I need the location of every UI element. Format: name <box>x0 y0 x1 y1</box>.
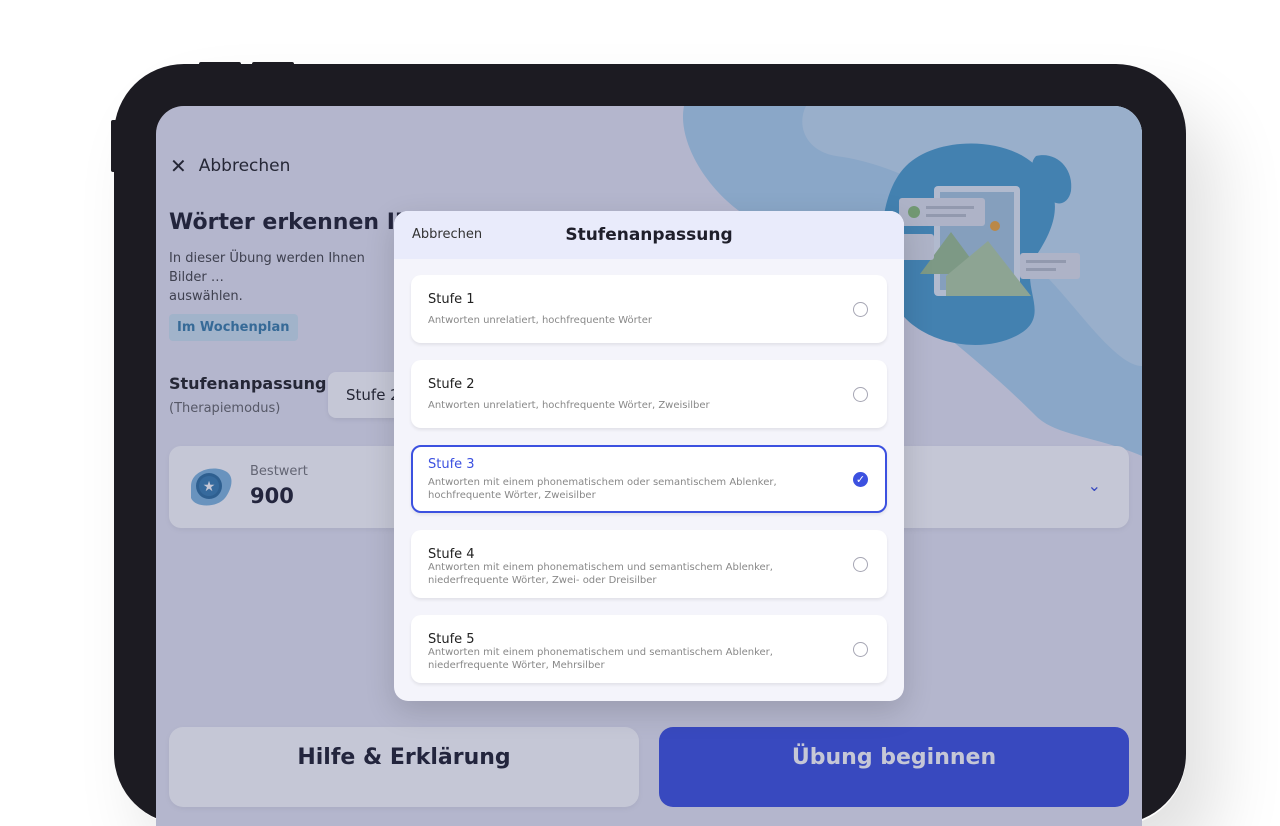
radio-unchecked-icon[interactable] <box>853 557 868 572</box>
level-option-1[interactable]: Stufe 1 Antworten unrelatiert, hochfrequ… <box>411 275 887 343</box>
level-option-title: Stufe 3 <box>428 457 475 472</box>
modal-title: Stufenanpassung <box>565 225 733 245</box>
level-option-description: Antworten mit einem phonematischem und s… <box>428 647 773 671</box>
level-option-description: Antworten mit einem phonematischem oder … <box>428 477 777 501</box>
level-adjust-modal: Abbrechen Stufenanpassung Stufe 1 Antwor… <box>394 211 904 701</box>
radio-unchecked-icon[interactable] <box>853 387 868 402</box>
level-option-title: Stufe 1 <box>428 292 475 307</box>
radio-unchecked-icon[interactable] <box>853 642 868 657</box>
level-option-title: Stufe 2 <box>428 377 475 392</box>
level-option-5[interactable]: Stufe 5 Antworten mit einem phonematisch… <box>411 615 887 683</box>
level-option-2[interactable]: Stufe 2 Antworten unrelatiert, hochfrequ… <box>411 360 887 428</box>
checkmark-icon[interactable]: ✓ <box>853 472 868 487</box>
app-screen: ✕ Abbrechen Wörter erkennen II In dieser… <box>156 106 1142 826</box>
level-option-4[interactable]: Stufe 4 Antworten mit einem phonematisch… <box>411 530 887 598</box>
level-option-description: Antworten unrelatiert, hochfrequente Wör… <box>428 315 652 326</box>
level-option-title: Stufe 5 <box>428 632 475 647</box>
level-option-3[interactable]: Stufe 3 Antworten mit einem phonematisch… <box>411 445 887 513</box>
modal-header: Abbrechen Stufenanpassung <box>394 211 904 259</box>
level-option-title: Stufe 4 <box>428 547 475 562</box>
level-option-description: Antworten unrelatiert, hochfrequente Wör… <box>428 400 710 411</box>
tablet-frame: ✕ Abbrechen Wörter erkennen II In dieser… <box>114 64 1186 826</box>
radio-unchecked-icon[interactable] <box>853 302 868 317</box>
level-option-description: Antworten mit einem phonematischem und s… <box>428 562 773 586</box>
